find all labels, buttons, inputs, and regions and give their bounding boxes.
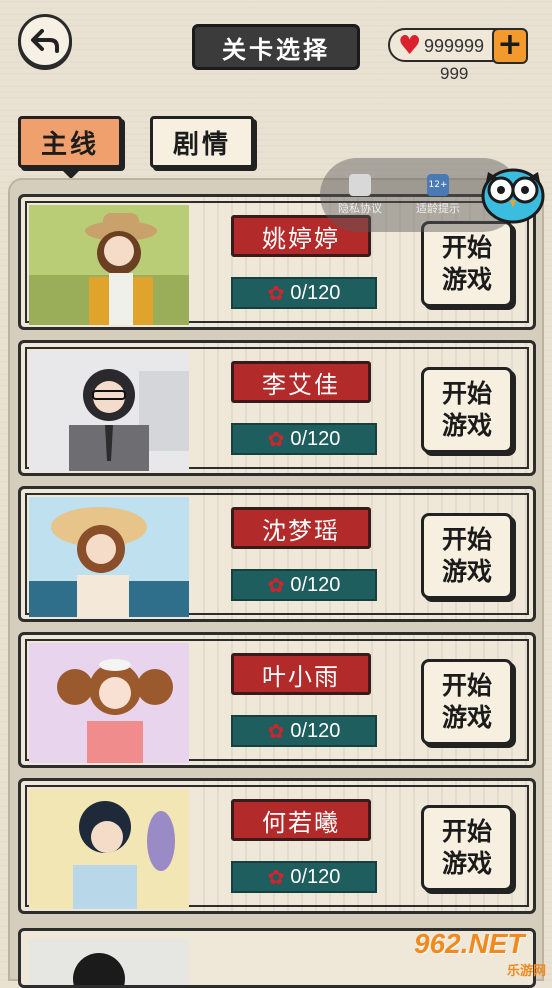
age-rating-link[interactable]: 12+ 适龄提示 [408,174,468,216]
hearts-sub-count: 999 [440,64,469,83]
character-name: 叶小雨 [231,653,371,695]
tab-main-line[interactable]: 主线 [18,116,122,168]
progress-badge: ✿ 0/120 [231,277,377,309]
tab-story[interactable]: 剧情 [150,116,254,168]
character-name: 李艾佳 [231,361,371,403]
users-icon [349,174,371,196]
rose-icon: ✿ [267,282,285,305]
page-title: 关卡选择 [192,24,360,70]
progress-text: 0/120 [290,281,341,304]
level-card: 叶小雨 ✿ 0/120 开始 游戏 [18,632,536,768]
back-arrow-icon [31,29,59,53]
progress-text: 0/120 [290,865,341,888]
level-card: 李艾佳 ✿ 0/120 开始 游戏 [18,340,536,476]
character-portrait [29,789,189,909]
heart-icon: ♥ [398,31,422,61]
progress-badge: ✿ 0/120 [231,569,377,601]
add-hearts-button[interactable]: + [492,28,528,64]
start-game-button[interactable]: 开始 游戏 [421,659,513,745]
rose-icon: ✿ [267,574,285,597]
back-button[interactable] [18,14,72,68]
character-name: 何若曦 [231,799,371,841]
progress-badge: ✿ 0/120 [231,715,377,747]
character-portrait [29,351,189,471]
start-game-button[interactable]: 开始 游戏 [421,513,513,599]
age-rating-icon: 12+ [427,174,449,196]
rose-icon: ✿ [267,720,285,743]
level-card: 何若曦 ✿ 0/120 开始 游戏 [18,778,536,914]
level-card: 沈梦瑶 ✿ 0/120 开始 游戏 [18,486,536,622]
progress-text: 0/120 [290,719,341,742]
owl-assistant-icon[interactable] [480,162,546,224]
progress-badge: ✿ 0/120 [231,861,377,893]
progress-text: 0/120 [290,573,341,596]
rose-icon: ✿ [267,428,285,451]
character-portrait [29,643,189,763]
hearts-count: 999999 [424,36,485,56]
progress-text: 0/120 [290,427,341,450]
character-name: 沈梦瑶 [231,507,371,549]
privacy-policy-link[interactable]: 隐私协议 [330,174,390,216]
start-game-button[interactable]: 开始 游戏 [421,221,513,307]
rose-icon: ✿ [267,866,285,889]
site-watermark-logo: 962.NET 乐游网 [414,928,546,978]
start-game-button[interactable]: 开始 游戏 [421,805,513,891]
character-portrait [29,205,189,325]
start-game-button[interactable]: 开始 游戏 [421,367,513,453]
character-portrait [29,497,189,617]
progress-badge: ✿ 0/120 [231,423,377,455]
